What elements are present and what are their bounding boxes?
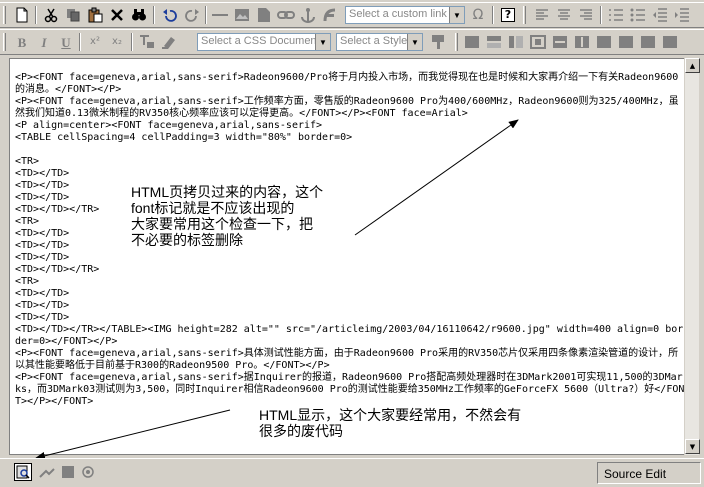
annotation-note-html-view: HTML显示，这个大家要经常用，不然会有 很多的废代码: [259, 407, 522, 439]
status-mode-label: Source Edit: [597, 462, 701, 484]
scroll-down-button[interactable]: ▼: [685, 439, 700, 454]
main-toolbar: Select a custom link ▼ Ω ?: [0, 2, 704, 28]
delete-row-icon[interactable]: [550, 32, 570, 52]
preview-icon[interactable]: [80, 463, 98, 481]
source-editor[interactable]: <P><FONT face=geneva,arial,sans-serif>Ra…: [9, 58, 698, 455]
css-document-select[interactable]: Select a CSS Document ▼: [197, 33, 331, 51]
underline-button[interactable]: U: [56, 32, 76, 52]
vertical-scrollbar[interactable]: ▲ ▼: [684, 58, 700, 455]
special-character-icon[interactable]: Ω: [468, 5, 488, 25]
table-properties-icon[interactable]: [660, 32, 680, 52]
scroll-up-button[interactable]: ▲: [685, 58, 700, 73]
cut-icon[interactable]: [41, 5, 61, 25]
merge-cells-icon[interactable]: [594, 32, 614, 52]
numbered-list-icon[interactable]: [606, 5, 626, 25]
align-center-icon[interactable]: [554, 5, 574, 25]
toolbar-grip[interactable]: [3, 33, 6, 51]
superscript-button[interactable]: x²: [85, 32, 105, 52]
italic-button[interactable]: I: [34, 32, 54, 52]
hyperlink-icon[interactable]: [276, 5, 296, 25]
indent-icon[interactable]: [672, 5, 692, 25]
design-view-icon[interactable]: [38, 463, 56, 481]
new-document-icon[interactable]: [12, 5, 32, 25]
html-source-code[interactable]: <P><FONT face=geneva,arial,sans-serif>Ra…: [15, 72, 687, 408]
annotation-note-font-tags: HTML页拷贝过来的内容，这个 font标记就是不应该出现的 大家要常用这个检查…: [131, 184, 324, 248]
insert-row-icon[interactable]: [484, 32, 504, 52]
html-view-icon[interactable]: [14, 463, 32, 481]
copy-icon[interactable]: [63, 5, 83, 25]
format-toolbar: B I U x² x₂ Select a CSS Document ▼ Sele…: [0, 29, 704, 55]
align-right-icon[interactable]: [576, 5, 596, 25]
bold-button[interactable]: B: [12, 32, 32, 52]
insert-file-icon[interactable]: [254, 5, 274, 25]
horizontal-rule-icon[interactable]: [210, 5, 230, 25]
cell-properties-icon[interactable]: [638, 32, 658, 52]
source-view-icon[interactable]: [59, 463, 77, 481]
delete-column-icon[interactable]: [572, 32, 592, 52]
undo-icon[interactable]: [160, 5, 180, 25]
insert-cell-icon[interactable]: [528, 32, 548, 52]
find-icon[interactable]: [129, 5, 149, 25]
insert-column-icon[interactable]: [506, 32, 526, 52]
format-painter-icon[interactable]: [428, 32, 448, 52]
outdent-icon[interactable]: [650, 5, 670, 25]
insert-image-icon[interactable]: [232, 5, 252, 25]
flash-icon[interactable]: [320, 5, 340, 25]
custom-link-select[interactable]: Select a custom link ▼: [345, 6, 465, 24]
insert-table-icon[interactable]: [462, 32, 482, 52]
split-cell-icon[interactable]: [616, 32, 636, 52]
highlight-icon[interactable]: [159, 32, 179, 52]
paste-icon[interactable]: [85, 5, 105, 25]
status-bar: Source Edit: [0, 458, 704, 487]
subscript-button[interactable]: x₂: [107, 32, 127, 52]
toolbar-grip[interactable]: [3, 6, 6, 24]
anchor-icon[interactable]: [298, 5, 318, 25]
redo-icon[interactable]: [182, 5, 202, 25]
delete-icon[interactable]: [107, 5, 127, 25]
style-select[interactable]: Select a Style ▼: [336, 33, 423, 51]
align-left-icon[interactable]: [532, 5, 552, 25]
clear-formatting-icon[interactable]: [137, 32, 157, 52]
bullet-list-icon[interactable]: [628, 5, 648, 25]
help-icon[interactable]: ?: [498, 5, 518, 25]
